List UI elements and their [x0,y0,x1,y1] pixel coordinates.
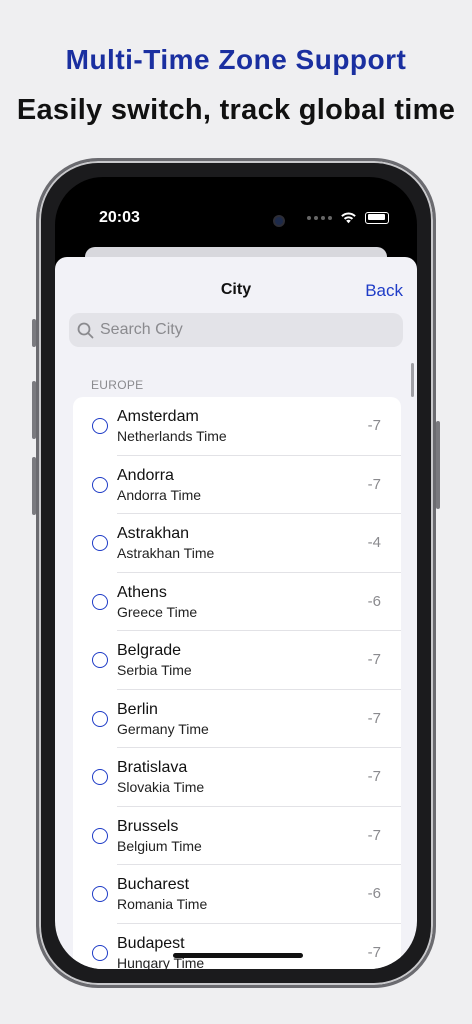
nav-title: City [220,281,252,298]
city-list: Amsterdam Netherlands Time -7 Andorra Ando… [73,397,401,969]
side-button-power [436,421,440,509]
zone-name: Astrakhan Time [117,545,215,561]
camera-dot [273,215,285,227]
radio-button[interactable] [92,652,108,668]
radio-button[interactable] [92,476,108,493]
status-icons [307,211,389,224]
home-indicator[interactable] [173,953,303,958]
zone-name: Belgium Time [117,837,202,854]
search-bar[interactable] [69,313,403,347]
zone-name: Greece Time [117,603,198,620]
radio-button[interactable] [92,769,108,785]
list-item[interactable]: Andorra Andorra Time -7 [73,456,401,514]
list-item[interactable]: Astrakhan Astrakhan Time -4 [73,514,401,573]
city-name: Astrakhan [117,525,190,542]
city-name: Athens [117,583,167,601]
back-button[interactable]: Back [365,281,403,301]
radio-button[interactable] [92,535,108,551]
radio-button[interactable] [92,418,108,434]
list-item[interactable]: Amsterdam Netherlands Time -7 [73,397,401,456]
time-offset: -6 [367,592,381,610]
time-offset: -7 [367,943,381,961]
search-input[interactable] [100,321,380,339]
zone-name: Slovakia Time [117,779,205,795]
city-name: Andorra [117,466,174,484]
time-offset: -7 [367,651,381,668]
list-item[interactable]: Belgrade Serbia Time -7 [73,631,401,690]
city-name: Berlin [117,700,158,718]
zone-name: Netherlands Time [117,428,227,444]
city-name: Bucharest [117,876,190,893]
list-item[interactable]: Bucharest Romania Time -6 [73,865,401,924]
radio-button[interactable] [92,710,108,727]
list-item[interactable]: Athens Greece Time -6 [73,573,401,631]
city-picker-sheet: City Back EUROPE Amsterdam Netherlands Ti… [55,257,417,969]
search-icon [77,322,94,338]
side-button-volume-up [32,381,36,439]
list-item[interactable]: Berlin Germany Time -7 [73,690,401,748]
promo-headline: Multi-Time Zone Support [65,44,407,75]
zone-name: Andorra Time [117,486,202,503]
side-button-volume-down [32,457,36,515]
zone-name: Germany Time [117,720,209,737]
signal-dots-icon [307,215,332,220]
phone-screen: 20:03 City Back EUROPE [55,177,417,969]
list-item[interactable]: Bratislava Slovakia Time -7 [73,748,401,807]
section-header: EUROPE [91,378,144,392]
radio-button[interactable] [92,593,108,610]
radio-button[interactable] [92,827,108,844]
wifi-icon [341,212,356,224]
list-item[interactable]: Budapest Hungary Time -7 [73,924,401,969]
city-name: Bratislava [117,759,188,776]
battery-icon [365,211,389,224]
time-offset: -7 [367,417,381,434]
city-name: Amsterdam [117,408,199,425]
time-offset: -7 [367,709,381,727]
city-name: Belgrade [117,642,182,659]
time-offset: -4 [367,534,381,551]
status-time: 20:03 [99,209,140,226]
time-offset: -7 [367,826,381,844]
list-item[interactable]: Brussels Belgium Time -7 [73,807,401,865]
radio-button[interactable] [92,886,108,902]
time-offset: -6 [367,885,381,902]
zone-name: Romania Time [117,896,208,912]
city-name: Budapest [117,934,185,952]
time-offset: -7 [367,768,381,785]
time-offset: -7 [367,475,381,493]
radio-button[interactable] [92,944,108,961]
zone-name: Serbia Time [117,662,192,678]
side-button-mute [32,319,36,347]
promo-subline: Easily switch, track global time [16,94,456,126]
scroll-indicator[interactable] [411,363,414,397]
city-name: Brussels [117,817,179,835]
phone-frame: 20:03 City Back EUROPE [32,158,440,988]
